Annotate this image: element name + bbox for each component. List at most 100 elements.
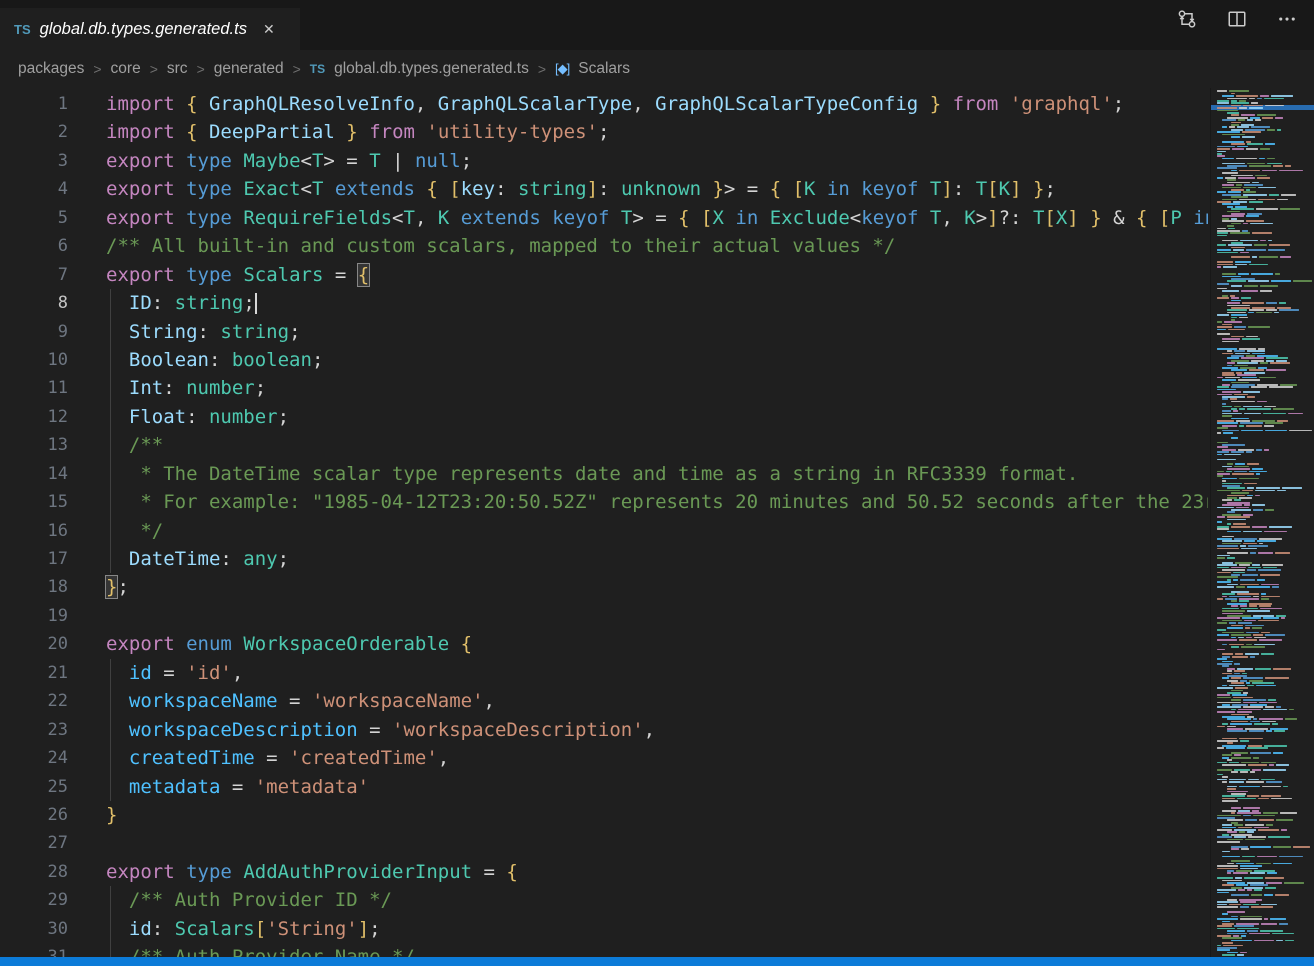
indent-guide — [110, 488, 111, 516]
code-line[interactable]: 23 workspaceDescription = 'workspaceDesc… — [0, 716, 1208, 744]
breadcrumb-item-core[interactable]: core — [111, 60, 141, 78]
code-line[interactable]: 19 — [0, 602, 1208, 630]
editor[interactable]: 1import { GraphQLResolveInfo, GraphQLSca… — [0, 88, 1314, 966]
open-changes-icon[interactable] — [1176, 8, 1198, 30]
line-number: 9 — [0, 318, 68, 346]
line-number: 5 — [0, 204, 68, 232]
code-line[interactable]: 25 metadata = 'metadata' — [0, 773, 1208, 801]
code-line[interactable]: 28export type AddAuthProviderInput = { — [0, 858, 1208, 886]
code-text: Float: number; — [68, 403, 289, 431]
code-text: export type Exact<T extends { [key: stri… — [68, 175, 1056, 203]
code-text: * The DateTime scalar type represents da… — [68, 460, 1078, 488]
code-text: metadata = 'metadata' — [68, 773, 369, 801]
line-number: 26 — [0, 801, 68, 829]
code-text: export enum WorkspaceOrderable { — [68, 630, 472, 658]
breadcrumb: packages > core > src > generated > TS g… — [0, 50, 1314, 88]
line-number: 12 — [0, 403, 68, 431]
code-text: export type RequireFields<T, K extends k… — [68, 204, 1208, 232]
code-line[interactable]: 20export enum WorkspaceOrderable { — [0, 630, 1208, 658]
code-text: Int: number; — [68, 374, 266, 402]
code-line[interactable]: 4export type Exact<T extends { [key: str… — [0, 175, 1208, 203]
minimap[interactable] — [1210, 88, 1314, 966]
code-line[interactable]: 5export type RequireFields<T, K extends … — [0, 204, 1208, 232]
code-text: import { DeepPartial } from 'utility-typ… — [68, 118, 609, 146]
code-text: /** — [68, 431, 163, 459]
code-line[interactable]: 11 Int: number; — [0, 374, 1208, 402]
code-text: } — [68, 801, 117, 829]
indent-guide — [110, 460, 111, 488]
code-line[interactable]: 12 Float: number; — [0, 403, 1208, 431]
indent-guide — [110, 289, 111, 317]
code-line[interactable]: 6/** All built-in and custom scalars, ma… — [0, 232, 1208, 260]
code-line[interactable]: 16 */ — [0, 517, 1208, 545]
breadcrumb-item-filename[interactable]: global.db.types.generated.ts — [334, 60, 529, 78]
code-line[interactable]: 18}; — [0, 573, 1208, 601]
code-line[interactable]: 30 id: Scalars['String']; — [0, 915, 1208, 943]
editor-actions — [1176, 0, 1314, 50]
close-icon[interactable]: ✕ — [263, 22, 275, 36]
indent-guide — [110, 545, 111, 573]
code-line[interactable]: 27 — [0, 829, 1208, 857]
code-text: import { GraphQLResolveInfo, GraphQLScal… — [68, 90, 1124, 118]
line-number: 6 — [0, 232, 68, 260]
indent-guide — [110, 687, 111, 715]
code-text: * For example: "1985-04-12T23:20:50.52Z"… — [68, 488, 1208, 516]
line-number: 1 — [0, 90, 68, 118]
code-line[interactable]: 2import { DeepPartial } from 'utility-ty… — [0, 118, 1208, 146]
breadcrumb-item-packages[interactable]: packages — [18, 60, 84, 78]
line-number: 25 — [0, 773, 68, 801]
code-lines[interactable]: 1import { GraphQLResolveInfo, GraphQLSca… — [0, 90, 1208, 966]
code-text: createdTime = 'createdTime', — [68, 744, 449, 772]
indent-guide — [110, 431, 111, 459]
editor-tab[interactable]: TS global.db.types.generated.ts ✕ — [0, 8, 300, 50]
code-line[interactable]: 7export type Scalars = { — [0, 261, 1208, 289]
code-line[interactable]: 10 Boolean: boolean; — [0, 346, 1208, 374]
code-text: id: Scalars['String']; — [68, 915, 381, 943]
code-line[interactable]: 8 ID: string; — [0, 289, 1208, 317]
line-number: 14 — [0, 460, 68, 488]
line-number: 24 — [0, 744, 68, 772]
line-number: 20 — [0, 630, 68, 658]
code-line[interactable]: 29 /** Auth Provider ID */ — [0, 886, 1208, 914]
code-line[interactable]: 21 id = 'id', — [0, 659, 1208, 687]
split-editor-icon[interactable] — [1226, 8, 1248, 30]
code-text: id = 'id', — [68, 659, 243, 687]
code-line[interactable]: 17 DateTime: any; — [0, 545, 1208, 573]
indent-guide — [110, 517, 111, 545]
line-number: 10 — [0, 346, 68, 374]
code-line[interactable]: 13 /** — [0, 431, 1208, 459]
code-line[interactable]: 1import { GraphQLResolveInfo, GraphQLSca… — [0, 90, 1208, 118]
code-line[interactable]: 9 String: string; — [0, 318, 1208, 346]
code-text: }; — [68, 573, 129, 601]
code-line[interactable]: 3export type Maybe<T> = T | null; — [0, 147, 1208, 175]
typescript-file-icon: TS — [14, 22, 31, 37]
code-text: */ — [68, 517, 163, 545]
text-cursor — [255, 293, 257, 314]
line-number: 17 — [0, 545, 68, 573]
indent-guide — [110, 403, 111, 431]
line-number: 13 — [0, 431, 68, 459]
code-text: /** Auth Provider ID */ — [68, 886, 392, 914]
breadcrumb-item-src[interactable]: src — [167, 60, 188, 78]
indent-guide — [110, 915, 111, 943]
code-text: ID: string; — [68, 289, 257, 317]
line-number: 7 — [0, 261, 68, 289]
symbol-type-icon: [◆] — [555, 61, 569, 77]
code-text: String: string; — [68, 318, 301, 346]
code-text — [68, 829, 106, 857]
indent-guide — [110, 659, 111, 687]
more-actions-icon[interactable] — [1276, 8, 1298, 30]
code-line[interactable]: 26} — [0, 801, 1208, 829]
code-line[interactable]: 14 * The DateTime scalar type represents… — [0, 460, 1208, 488]
indent-guide — [110, 318, 111, 346]
line-number: 2 — [0, 118, 68, 146]
breadcrumb-item-generated[interactable]: generated — [214, 60, 284, 78]
breadcrumb-item-scalars[interactable]: Scalars — [578, 60, 630, 78]
code-text: DateTime: any; — [68, 545, 289, 573]
chevron-right-icon: > — [197, 61, 205, 77]
indent-guide — [110, 773, 111, 801]
line-number: 21 — [0, 659, 68, 687]
code-line[interactable]: 22 workspaceName = 'workspaceName', — [0, 687, 1208, 715]
code-line[interactable]: 15 * For example: "1985-04-12T23:20:50.5… — [0, 488, 1208, 516]
code-line[interactable]: 24 createdTime = 'createdTime', — [0, 744, 1208, 772]
